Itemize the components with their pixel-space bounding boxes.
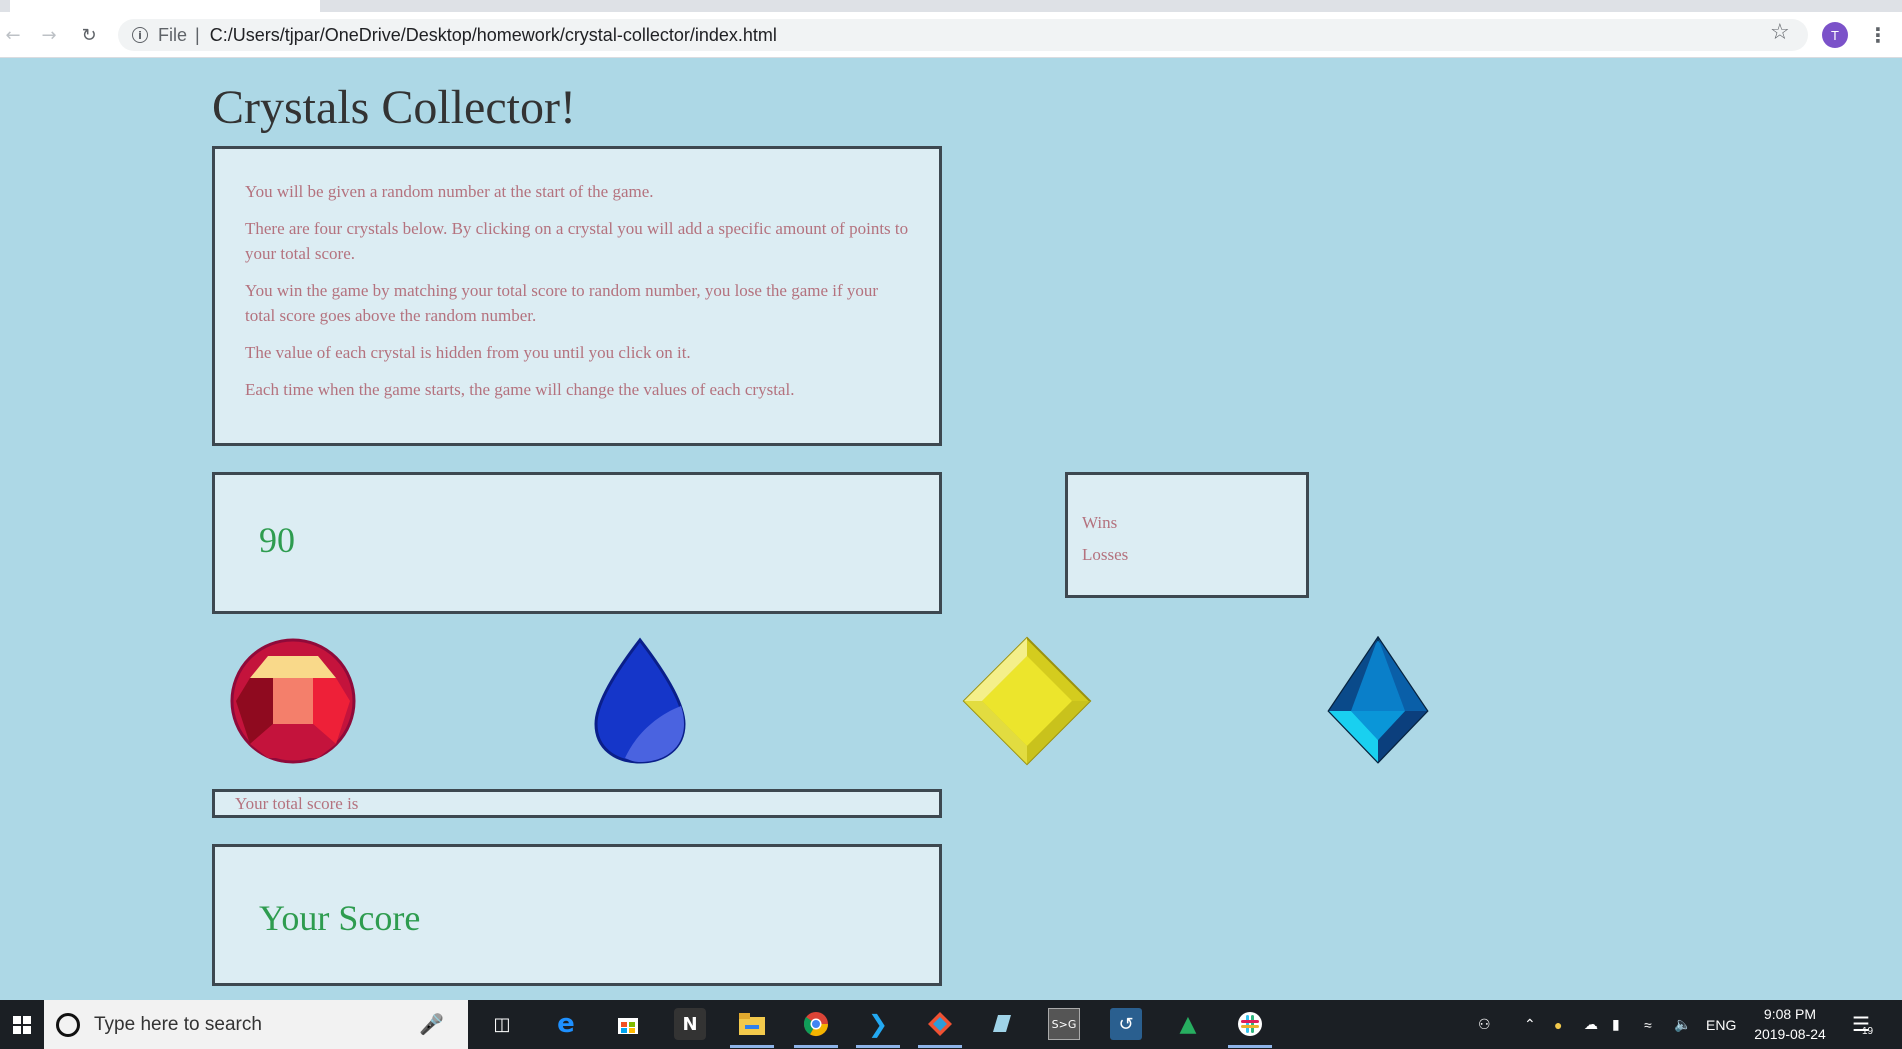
wins-label: Wins [1082, 513, 1118, 532]
mysql-workbench-icon[interactable]: ↺ [1110, 1008, 1142, 1040]
cortana-icon [56, 1012, 80, 1037]
wifi-icon[interactable]: ≈ [1644, 1000, 1652, 1049]
volume-icon[interactable]: 🔈 [1674, 1000, 1691, 1049]
browser-toolbar: ← → ↻ i File | C:/Users/tjpar/OneDrive/D… [0, 12, 1902, 58]
instructions-panel: You will be given a random number at the… [212, 146, 942, 446]
url-text[interactable]: C:/Users/tjpar/OneDrive/Desktop/homework… [210, 25, 777, 46]
chrome-icon[interactable] [794, 1008, 838, 1048]
bookmark-star-icon[interactable]: ☆ [1770, 20, 1790, 45]
tray-app-icon[interactable]: ● [1554, 1000, 1562, 1049]
battery-icon[interactable]: ▮ [1612, 1000, 1620, 1049]
profile-avatar[interactable]: T [1822, 22, 1848, 48]
score-label: Your total score is [235, 794, 359, 813]
taskbar-search[interactable]: Type here to search 🎤 [44, 1000, 468, 1049]
target-number-panel: 90 [212, 472, 942, 614]
notification-count: 19 [1861, 1026, 1874, 1037]
score-panel: Your Score [212, 844, 942, 986]
edge-icon[interactable]: e [550, 1008, 582, 1040]
store-icon[interactable] [612, 1008, 644, 1040]
clock-date: 2019-08-24 [1754, 1026, 1826, 1042]
score-text: Your Score [259, 898, 421, 938]
tab-strip [0, 0, 1902, 12]
people-icon[interactable]: ⚇ [1478, 1000, 1491, 1049]
task-view-icon[interactable]: ◫ [486, 1008, 518, 1040]
losses-label: Losses [1082, 545, 1129, 564]
instruction-line: There are four crystals below. By clicki… [245, 219, 909, 263]
score-label-panel: Your total score is [212, 789, 942, 818]
gitkraken-icon[interactable] [918, 1008, 962, 1048]
system-clock[interactable]: 9:08 PM 2019-08-24 [1750, 1004, 1830, 1044]
target-number: 90 [259, 520, 295, 560]
back-icon[interactable]: ← [0, 22, 26, 48]
yellow-diamond-crystal-icon[interactable] [962, 636, 1092, 766]
tray-chevron-icon[interactable]: ⌃ [1524, 1000, 1536, 1049]
windows-start-icon[interactable] [0, 1000, 44, 1049]
url-separator: | [195, 24, 200, 45]
address-bar[interactable]: i File | C:/Users/tjpar/OneDrive/Desktop… [118, 19, 1808, 51]
onedrive-icon[interactable]: ☁ [1584, 1000, 1598, 1049]
search-placeholder: Type here to search [94, 1013, 262, 1035]
blue-drop-crystal-icon[interactable] [575, 636, 705, 766]
microphone-icon[interactable]: 🎤 [419, 1012, 444, 1036]
stats-panel: Wins Losses [1065, 472, 1309, 598]
menu-icon[interactable]: ⋮ [1868, 22, 1888, 48]
forward-icon[interactable]: → [36, 22, 62, 48]
instruction-line: Each time when the game starts, the game… [245, 380, 795, 399]
reload-icon[interactable]: ↻ [76, 22, 102, 48]
info-icon[interactable]: i [132, 27, 148, 43]
n-app-icon[interactable]: N [674, 1008, 706, 1040]
action-center-icon[interactable]: ☰ 19 [1852, 1000, 1873, 1049]
language-indicator[interactable]: ENG [1706, 1000, 1736, 1049]
url-scheme: File [158, 24, 188, 45]
blue-kite-crystal-icon[interactable] [1313, 636, 1443, 766]
terminal-app-icon[interactable]: S>G [1048, 1008, 1080, 1040]
active-tab[interactable] [10, 0, 320, 12]
vscode-icon[interactable]: ❯ [856, 1008, 900, 1048]
instruction-line: You will be given a random number at the… [245, 182, 654, 201]
notes-app-icon[interactable] [986, 1008, 1018, 1040]
page-title: Crystals Collector! [212, 81, 576, 134]
robo3t-icon[interactable]: ▲ [1172, 1008, 1204, 1040]
file-explorer-icon[interactable] [730, 1008, 774, 1048]
instruction-line: You win the game by matching your total … [245, 281, 879, 325]
clock-time: 9:08 PM [1763, 1006, 1817, 1022]
slack-icon[interactable] [1228, 1008, 1272, 1048]
instruction-line: The value of each crystal is hidden from… [245, 343, 691, 362]
red-crystal-icon[interactable] [228, 636, 358, 766]
taskbar: Type here to search 🎤 ◫ e N ❯ S>G ↺ ▲ ⚇ … [0, 1000, 1902, 1049]
